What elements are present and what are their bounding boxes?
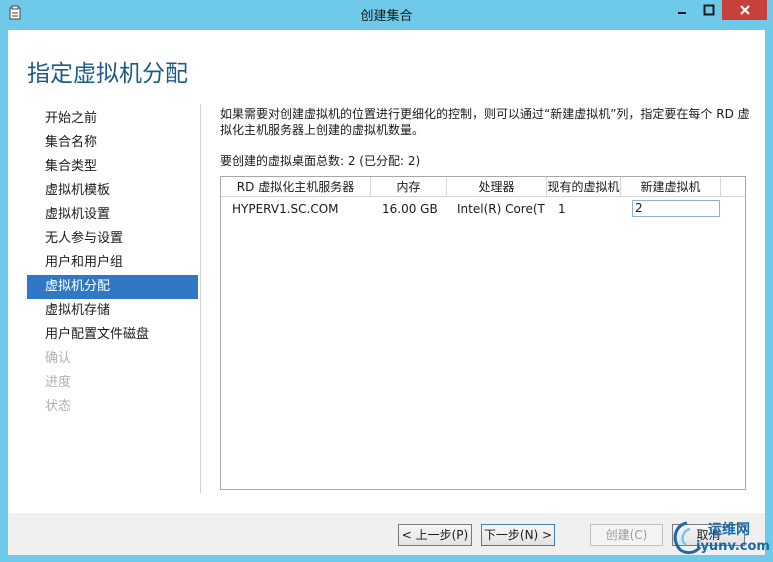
nav-item-vm-settings[interactable]: 虚拟机设置 xyxy=(27,203,198,227)
nav-item-users-groups[interactable]: 用户和用户组 xyxy=(27,251,198,275)
cell-processor: Intel(R) Core(TM xyxy=(457,202,546,216)
close-button[interactable] xyxy=(722,0,767,20)
allocation-table[interactable]: RD 虚拟化主机服务器 内存 处理器 现有的虚拟机 新建虚拟机 HYPERV1.… xyxy=(220,176,746,490)
column-header-memory[interactable]: 内存 xyxy=(371,177,447,197)
next-button[interactable]: 下一步(N) > xyxy=(481,524,555,546)
nav-item-vm-allocation[interactable]: 虚拟机分配 xyxy=(27,275,198,299)
page-title: 指定虚拟机分配 xyxy=(27,61,188,87)
table-header: RD 虚拟化主机服务器 内存 处理器 现有的虚拟机 新建虚拟机 xyxy=(221,177,745,197)
maximize-button[interactable] xyxy=(695,0,722,20)
cell-memory: 16.00 GB xyxy=(382,202,438,216)
allocation-description: 如果需要对创建虚拟机的位置进行更细化的控制，则可以通过“新建虚拟机”列，指定要在… xyxy=(220,107,750,137)
nav-item-before-you-begin[interactable]: 开始之前 xyxy=(27,107,198,131)
wizard-nav: 开始之前 集合名称 集合类型 虚拟机模板 虚拟机设置 无人参与设置 用户和用户组… xyxy=(27,107,198,419)
nav-item-vm-template[interactable]: 虚拟机模板 xyxy=(27,179,198,203)
nav-item-unattended-settings[interactable]: 无人参与设置 xyxy=(27,227,198,251)
column-header-server[interactable]: RD 虚拟化主机服务器 xyxy=(221,177,371,197)
cell-existing-vms: 1 xyxy=(558,202,566,216)
column-header-existing-vms[interactable]: 现有的虚拟机 xyxy=(547,177,621,197)
watermark-en-text: iyunv.com xyxy=(696,539,770,554)
new-vms-input[interactable]: 2 xyxy=(632,200,720,217)
nav-item-collection-name[interactable]: 集合名称 xyxy=(27,131,198,155)
column-header-new-vms[interactable]: 新建虚拟机 xyxy=(621,177,721,197)
create-collection-window: 创建集合 指定虚拟机分配 开始之前 集合名称 集合类型 虚拟机模板 虚拟机设置 xyxy=(0,0,773,562)
cell-server: HYPERV1.SC.COM xyxy=(232,202,339,216)
wizard-content: 指定虚拟机分配 开始之前 集合名称 集合类型 虚拟机模板 虚拟机设置 无人参与设… xyxy=(8,30,765,513)
nav-divider xyxy=(200,104,201,493)
title-bar[interactable]: 创建集合 xyxy=(0,0,773,26)
allocation-summary: 要创建的虚拟桌面总数: 2 (已分配: 2) xyxy=(220,154,421,168)
nav-item-confirmation: 确认 xyxy=(45,351,72,366)
nav-item-user-profile-disks[interactable]: 用户配置文件磁盘 xyxy=(27,323,198,347)
nav-item-status: 状态 xyxy=(45,399,72,414)
minimize-icon xyxy=(677,12,686,14)
watermark-cn-text: 运维网 xyxy=(708,522,750,538)
close-icon xyxy=(739,5,750,15)
nav-item-vm-storage[interactable]: 虚拟机存储 xyxy=(27,299,198,323)
window-title: 创建集合 xyxy=(360,9,413,24)
create-button: 创建(C) xyxy=(590,524,663,546)
maximize-icon xyxy=(703,4,714,16)
nav-item-collection-type[interactable]: 集合类型 xyxy=(27,155,198,179)
watermark-logo: 运维网 iyunv.com xyxy=(670,515,773,562)
previous-button[interactable]: < 上一步(P) xyxy=(398,524,472,546)
nav-item-progress: 进度 xyxy=(45,375,72,390)
minimize-button[interactable] xyxy=(668,0,695,20)
wizard-footer: < 上一步(P) 下一步(N) > 创建(C) 取消 xyxy=(8,513,765,555)
column-header-processor[interactable]: 处理器 xyxy=(447,177,547,197)
